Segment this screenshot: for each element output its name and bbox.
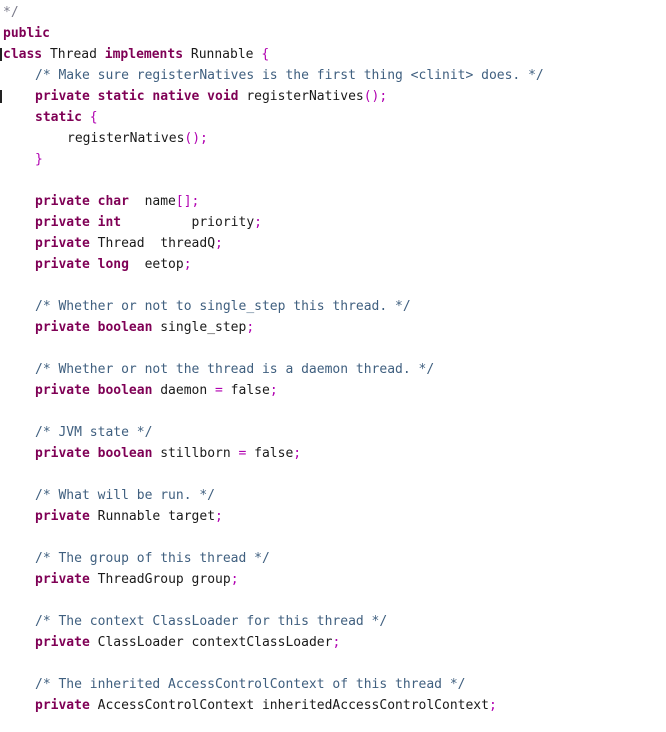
code-line[interactable]: private Runnable target;: [35, 506, 223, 527]
code-line[interactable]: private static native void registerNativ…: [35, 86, 387, 107]
code-token: ;: [230, 572, 239, 587]
code-line[interactable]: registerNatives();: [67, 128, 208, 149]
code-token: class: [3, 47, 43, 62]
code-token: ;: [215, 509, 223, 524]
code-token: Thread threadQ: [89, 236, 216, 251]
code-token: private int: [35, 215, 122, 230]
code-token: /* JVM state */: [35, 425, 153, 440]
code-token: {: [261, 47, 270, 62]
code-line[interactable]: private boolean daemon = false;: [35, 380, 278, 401]
code-token: registerNatives: [67, 131, 185, 146]
line-marker: [0, 48, 2, 61]
code-token: [];: [175, 194, 200, 209]
code-token: ;: [215, 236, 223, 251]
code-token: ();: [184, 131, 208, 146]
code-token: false: [246, 446, 294, 461]
code-line[interactable]: /* Whether or not to single_step this th…: [35, 296, 411, 317]
code-token: /* Whether or not the thread is a daemon…: [35, 362, 435, 377]
code-editor[interactable]: */ public class Thread implements Runnable…: [0, 0, 666, 732]
code-token: name: [128, 194, 176, 209]
code-line[interactable]: private boolean stillborn = false;: [35, 443, 301, 464]
code-token: eetop: [128, 257, 184, 272]
code-token: implements: [104, 47, 184, 62]
code-line[interactable]: private ThreadGroup group;: [35, 569, 239, 590]
code-token: /* The inherited AccessControlContext of…: [35, 677, 466, 692]
code-token: private long: [35, 257, 129, 272]
code-line[interactable]: /* The inherited AccessControlContext of…: [35, 674, 465, 695]
code-token: private boolean: [35, 383, 153, 398]
code-line[interactable]: /* The group of this thread */: [35, 548, 270, 569]
code-token: ();: [363, 89, 388, 104]
code-token: private: [35, 572, 90, 587]
line-marker: [0, 90, 2, 103]
code-token: daemon: [152, 383, 216, 398]
code-token: =: [215, 383, 223, 398]
code-token: ;: [332, 635, 341, 650]
code-token: static: [35, 110, 82, 125]
code-line[interactable]: /* JVM state */: [35, 422, 152, 443]
code-line[interactable]: private int priority;: [35, 212, 262, 233]
code-token: private: [35, 698, 90, 713]
code-token: private: [35, 236, 90, 251]
code-token: /* The group of this thread */: [35, 551, 270, 566]
code-token: ThreadGroup group: [89, 572, 231, 587]
code-token: ;: [246, 320, 255, 335]
code-token: ;: [293, 446, 302, 461]
code-token: AccessControlContext inheritedAccessCont…: [89, 698, 489, 713]
code-line[interactable]: /* Make sure registerNatives is the firs…: [35, 65, 544, 86]
code-line[interactable]: */: [3, 2, 19, 23]
code-token: private static native void: [35, 89, 239, 104]
code-line[interactable]: private AccessControlContext inheritedAc…: [35, 695, 497, 716]
code-line[interactable]: private ClassLoader contextClassLoader;: [35, 632, 340, 653]
code-token: registerNatives: [238, 89, 364, 104]
code-line[interactable]: private boolean single_step;: [35, 317, 254, 338]
code-token: private: [35, 509, 90, 524]
code-line[interactable]: class Thread implements Runnable {: [3, 44, 269, 65]
code-line[interactable]: /* What will be run. */: [35, 485, 215, 506]
code-line[interactable]: private long eetop;: [35, 254, 192, 275]
code-line[interactable]: }: [35, 149, 43, 170]
code-token: ClassLoader contextClassLoader: [89, 635, 333, 650]
code-token: private char: [35, 194, 129, 209]
code-token: ;: [254, 215, 262, 230]
code-token: single_step: [152, 320, 247, 335]
code-token: /* Whether or not to single_step this th…: [35, 299, 411, 314]
code-line[interactable]: /* The context ClassLoader for this thre…: [35, 611, 387, 632]
code-token: false: [222, 383, 270, 398]
code-token: /* The context ClassLoader for this thre…: [35, 614, 388, 629]
code-line[interactable]: private Thread threadQ;: [35, 233, 223, 254]
code-token: Thread: [42, 47, 105, 62]
code-token: Runnable target: [89, 509, 216, 524]
code-token: /* What will be run. */: [35, 488, 216, 503]
code-token: priority: [121, 215, 255, 230]
code-token: private: [35, 635, 90, 650]
code-token: stillborn: [152, 446, 239, 461]
code-line[interactable]: public: [3, 23, 50, 44]
code-token: private boolean: [35, 320, 153, 335]
code-token: /* Make sure registerNatives is the firs…: [35, 68, 544, 83]
code-token: ;: [269, 383, 278, 398]
code-token: private boolean: [35, 446, 153, 461]
editor-gutter: [0, 0, 2, 732]
code-token: public: [3, 26, 50, 41]
code-token: }: [35, 152, 43, 167]
code-token: Runnable: [183, 47, 262, 62]
code-line[interactable]: private char name[];: [35, 191, 199, 212]
code-token: {: [89, 110, 98, 125]
code-token: ;: [488, 698, 497, 713]
code-token: */: [3, 5, 19, 20]
code-line[interactable]: static {: [35, 107, 98, 128]
code-line[interactable]: /* Whether or not the thread is a daemon…: [35, 359, 434, 380]
code-token: ;: [183, 257, 192, 272]
